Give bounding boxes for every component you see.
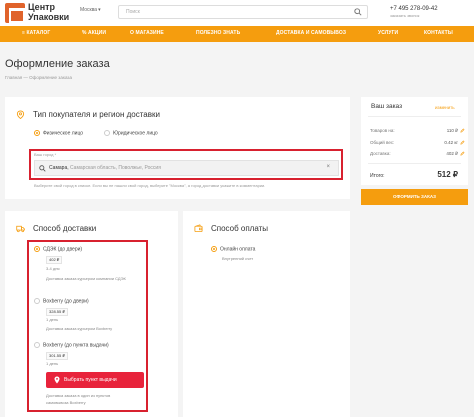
delivery-option-boxberry-door[interactable]: Boxberry (до двери): [34, 298, 89, 304]
edit-pencil-icon[interactable]: [460, 151, 465, 156]
city-hint: Выберите свой город в списке. Если вы не…: [34, 183, 266, 188]
pickup-desc-line-1: Доставка заказа в один из пунктов: [46, 393, 111, 398]
nav-useful[interactable]: ПОЛЕЗНО ЗНАТЬ: [196, 30, 240, 36]
order-edit-link[interactable]: изменить: [435, 105, 455, 110]
radio-icon[interactable]: [34, 342, 40, 348]
delivery-term: 1 день: [46, 361, 59, 366]
order-total-value: 512 ₽: [437, 170, 458, 179]
radio-selected-icon[interactable]: [211, 246, 217, 252]
delivery-term: 1 день: [46, 317, 59, 322]
city-name: Самара,: [49, 165, 69, 171]
search-box[interactable]: Поиск: [118, 5, 368, 19]
phone-number[interactable]: +7 495 278-09-42: [390, 6, 438, 12]
payment-card: [183, 211, 350, 417]
truck-icon: [16, 225, 25, 233]
divider: [368, 163, 461, 164]
order-weight-label: Общий вес:: [370, 140, 395, 145]
delivery-price: 328.55 ₽: [46, 308, 68, 316]
delivery-price: 402 ₽: [46, 256, 63, 264]
city-region: Самарская область, Поволжье, Россия: [68, 165, 161, 171]
divider: [368, 116, 461, 117]
nav-catalog[interactable]: ≡ КАТАЛОГ: [22, 30, 50, 36]
site-header: Центр Упаковки Москва Поиск +7 495 278-0…: [0, 0, 474, 26]
delivery-option-boxberry-pickup[interactable]: Boxberry (до пункта выдачи): [34, 342, 109, 348]
logo-line-1: Центр: [28, 2, 56, 12]
payment-option-desc: Внутренний счет: [222, 256, 254, 261]
box-logo-icon: [5, 3, 25, 23]
city-selector[interactable]: Москва: [80, 7, 101, 13]
buyer-type-label: Физическое лицо: [43, 130, 84, 137]
buyer-section-title: Тип покупателя и регион доставки: [33, 110, 160, 119]
nav-contacts[interactable]: КОНТАКТЫ: [424, 30, 453, 36]
location-pin-icon: [16, 110, 25, 119]
place-order-label: ОФОРМИТЬ ЗАКАЗ: [393, 194, 436, 199]
delivery-option-name: Boxberry (до пункта выдачи): [43, 342, 109, 349]
order-total-label: Итого:: [370, 173, 385, 179]
logo-text: Центр Упаковки: [28, 2, 69, 22]
city-field-label: Ваш город *: [34, 152, 57, 157]
radio-icon[interactable]: [104, 130, 110, 136]
main-nav: ≡ КАТАЛОГ % АКЦИИ О МАГАЗИНЕ ПОЛЕЗНО ЗНА…: [0, 26, 474, 42]
payment-section-title: Способ оплаты: [211, 224, 269, 233]
buyer-type-individual[interactable]: Физическое лицо: [34, 130, 83, 136]
buyer-type-company[interactable]: Юридическое лицо: [104, 130, 158, 136]
delivery-price: 301.55 ₽: [46, 352, 68, 360]
order-goods-label: Товаров на:: [370, 128, 395, 133]
breadcrumb[interactable]: Главная — Оформление заказа: [5, 75, 72, 80]
order-delivery-label: Доставка:: [370, 151, 391, 156]
pickup-desc-line-2: самовывоза Boxberry: [46, 400, 86, 405]
wallet-icon: [194, 224, 203, 233]
callback-link[interactable]: заказать звонок: [390, 13, 419, 18]
map-pin-icon: [54, 376, 60, 384]
search-icon: [39, 165, 46, 172]
search-icon[interactable]: [354, 8, 362, 16]
logo[interactable]: Центр Упаковки: [5, 2, 73, 24]
city-field[interactable]: Самара, Самарская область, Поволжье, Рос…: [34, 160, 339, 176]
delivery-option-cdek-door[interactable]: СДЭК (до двери): [34, 246, 82, 252]
payment-option-online[interactable]: Онлайн оплата: [211, 246, 255, 252]
place-order-button[interactable]: ОФОРМИТЬ ЗАКАЗ: [361, 189, 468, 205]
delivery-section-title: Способ доставки: [33, 224, 97, 233]
search-input[interactable]: Поиск: [126, 9, 140, 15]
logo-line-2: Упаковки: [28, 12, 70, 22]
radio-selected-icon[interactable]: [34, 130, 40, 136]
city-value[interactable]: Самара, Самарская область, Поволжье, Рос…: [49, 165, 161, 171]
delivery-desc: Доставка заказа курьером компании СДЭК: [46, 276, 126, 281]
delivery-option-name: СДЭК (до двери): [43, 246, 83, 253]
order-weight-value: 0.42 кг: [444, 140, 458, 145]
nav-services[interactable]: УСЛУГИ: [378, 30, 398, 36]
page-title: Оформление заказа: [5, 58, 110, 70]
payment-option-label: Онлайн оплата: [220, 246, 256, 253]
edit-pencil-icon[interactable]: [460, 128, 465, 133]
buyer-type-label: Юридическое лицо: [113, 130, 158, 137]
nav-delivery[interactable]: ДОСТАВКА И САМОВЫВОЗ: [276, 30, 346, 36]
order-delivery-value: 402 ₽: [446, 151, 458, 156]
choose-pickup-point-label: Выбрать пункт выдачи: [64, 377, 117, 383]
radio-icon[interactable]: [34, 298, 40, 304]
delivery-term: 3-4 дня: [46, 266, 60, 271]
choose-pickup-point-button[interactable]: Выбрать пункт выдачи: [46, 372, 144, 388]
nav-sales[interactable]: % АКЦИИ: [82, 30, 106, 36]
order-goods-value: 110 ₽: [446, 128, 458, 133]
radio-selected-icon[interactable]: [34, 246, 40, 252]
delivery-option-name: Boxberry (до двери): [43, 298, 89, 305]
clear-icon[interactable]: ×: [326, 164, 330, 170]
order-title: Ваш заказ: [371, 103, 403, 110]
nav-about[interactable]: О МАГАЗИНЕ: [130, 30, 164, 36]
edit-pencil-icon[interactable]: [460, 140, 465, 145]
delivery-desc: Доставка заказа курьером Boxberry: [46, 326, 113, 331]
